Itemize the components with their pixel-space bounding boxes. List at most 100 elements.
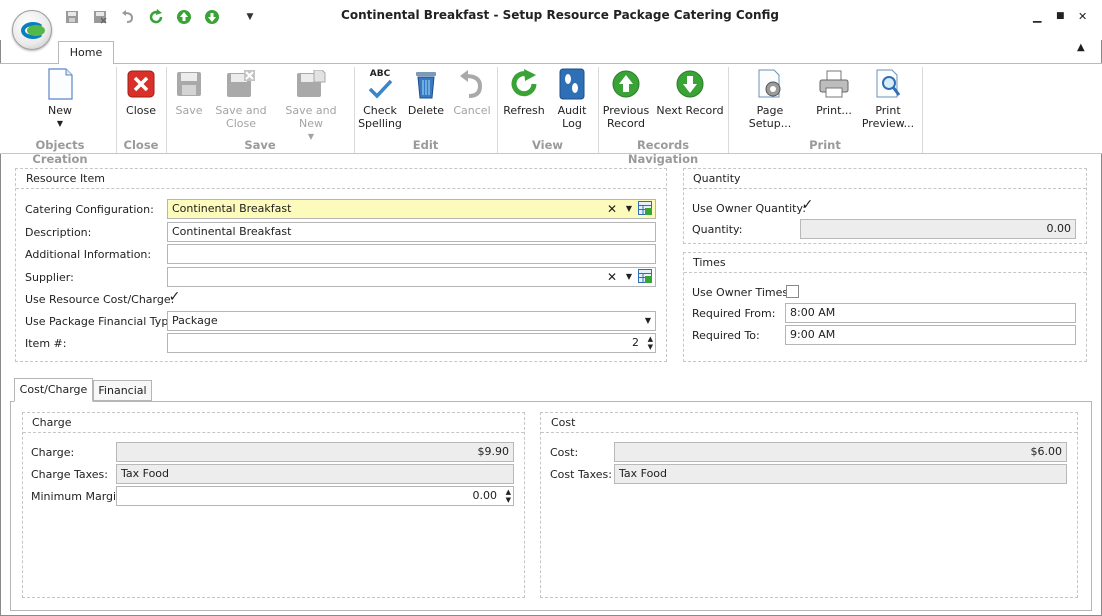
minimize-button[interactable]: ▁ [1033,10,1041,23]
quick-previous-icon[interactable] [176,9,192,25]
group-view: View [531,138,564,152]
tab-home[interactable]: Home [58,41,114,65]
ribbon-separator [728,67,729,153]
additional-information-field[interactable] [167,244,656,264]
charge-field[interactable]: $9.90 [116,442,514,462]
clear-icon[interactable]: ✕ [607,200,617,218]
print-preview-button[interactable]: Print Preview... [860,68,916,130]
cost-panel [540,412,1078,598]
cost-taxes-field[interactable]: Tax Food [614,464,1067,484]
close-button[interactable]: Close [122,68,160,117]
new-button-label: New [48,104,72,117]
quick-save-icon[interactable] [64,9,80,25]
check-spelling-button[interactable]: ABC Check Spelling [358,68,402,130]
item-number-stepper[interactable]: 2 ▲ ▼ [167,333,656,353]
required-from-field[interactable]: 8:00 AM [785,303,1076,323]
panel-divider [16,188,666,189]
delete-button-label: Delete [407,104,445,117]
lookup-grid-icon[interactable] [638,269,652,286]
use-owner-times-label: Use Owner Times: [692,286,792,299]
quantity-label: Quantity: [692,223,743,236]
ribbon-separator [166,67,167,153]
group-records-navigation: Records Navigation [627,138,699,166]
ribbon-tab-row [0,40,1102,64]
page-setup-button[interactable]: Page Setup... [734,68,806,130]
check-spelling-label: Check Spelling [358,104,402,130]
spin-buttons-icon[interactable]: ▲ ▼ [502,488,511,504]
charge-taxes-label: Charge Taxes: [31,468,108,481]
page-setup-label: Page Setup... [748,104,792,130]
save-and-close-button[interactable]: Save and Close [214,68,268,130]
print-button[interactable]: Print... [812,68,856,117]
ribbon-separator [354,67,355,153]
maximize-button[interactable]: ■ [1056,11,1065,21]
supplier-combo[interactable]: ✕ ▼ [167,267,656,287]
save-disk-icon [173,68,205,100]
minimum-margin-label: Minimum Margin: [31,490,127,503]
ribbon-separator [497,67,498,153]
use-package-financial-type-select[interactable]: Package ▼ [167,311,656,331]
tab-financial[interactable]: Financial [93,380,152,401]
new-dropdown-icon: ▼ [56,119,64,128]
panel-divider [23,432,524,433]
use-owner-quantity-label: Use Owner Quantity: [692,202,806,215]
chevron-down-icon[interactable]: ▼ [626,200,632,218]
panel-divider [541,432,1077,433]
quick-refresh-icon[interactable] [148,9,164,25]
cost-title: Cost [551,416,576,429]
audit-log-button[interactable]: Audit Log [552,68,592,130]
save-button[interactable]: Save [170,68,208,117]
collapse-ribbon-icon[interactable]: ▲ [1077,42,1085,53]
lookup-grid-icon[interactable] [638,201,652,218]
use-package-financial-type-label: Use Package Financial Type: [25,315,179,328]
ribbon-separator [598,67,599,153]
group-objects-creation: Objects Creation [32,138,88,166]
tab-cost-charge[interactable]: Cost/Charge [14,378,93,402]
chevron-down-icon[interactable]: ▼ [645,312,651,330]
quantity-field[interactable]: 0.00 [800,219,1076,239]
refresh-button[interactable]: Refresh [502,68,546,117]
use-owner-quantity-checkbox[interactable]: ✓ [801,198,814,213]
cancel-button[interactable]: Cancel [452,68,492,117]
undo-arrow-icon [456,68,488,100]
chevron-down-icon[interactable]: ▼ [626,268,632,286]
spin-buttons-icon[interactable]: ▲ ▼ [644,335,653,351]
next-arrow-icon [674,68,706,100]
item-number-value: 2 [632,336,639,349]
use-owner-times-checkbox[interactable] [786,285,799,298]
new-button[interactable]: New ▼ [38,68,82,130]
delete-button[interactable]: Delete [406,68,446,117]
printer-icon [818,68,850,100]
use-resource-cost-checkbox[interactable]: ✓ [168,290,181,305]
clear-icon[interactable]: ✕ [607,268,617,286]
save-and-new-button[interactable]: Save and New ▼ [274,68,348,143]
item-number-label: Item #: [25,337,67,350]
minimum-margin-value: 0.00 [472,489,498,502]
catering-configuration-combo[interactable]: Continental Breakfast ✕ ▼ [167,199,656,219]
cost-taxes-label: Cost Taxes: [550,468,612,481]
required-to-field[interactable]: 9:00 AM [785,325,1076,345]
charge-title: Charge [32,416,72,429]
ribbon-separator [922,67,923,153]
charge-taxes-field[interactable]: Tax Food [116,464,514,484]
trash-can-icon [410,68,442,100]
cost-field[interactable]: $6.00 [614,442,1067,462]
quick-next-icon[interactable] [204,9,220,25]
required-from-label: Required From: [692,307,776,320]
quantity-title: Quantity [693,172,741,185]
description-field[interactable]: Continental Breakfast [167,222,656,242]
close-window-button[interactable]: ✕ [1078,10,1087,23]
save-close-icon [225,68,257,100]
use-resource-cost-label: Use Resource Cost/Charge: [25,293,175,306]
group-save: Save [244,138,276,152]
app-logo-icon[interactable] [12,10,52,50]
quick-undo-icon[interactable] [120,9,136,25]
catering-configuration-value: Continental Breakfast [172,202,292,215]
quick-save-close-icon[interactable] [92,9,108,25]
previous-record-label: Previous Record [602,104,650,130]
print-preview-icon [872,68,904,100]
minimum-margin-stepper[interactable]: 0.00 ▲ ▼ [116,486,514,506]
next-record-button[interactable]: Next Record [656,68,724,117]
previous-record-button[interactable]: Previous Record [602,68,650,130]
print-label: Print... [816,104,852,117]
